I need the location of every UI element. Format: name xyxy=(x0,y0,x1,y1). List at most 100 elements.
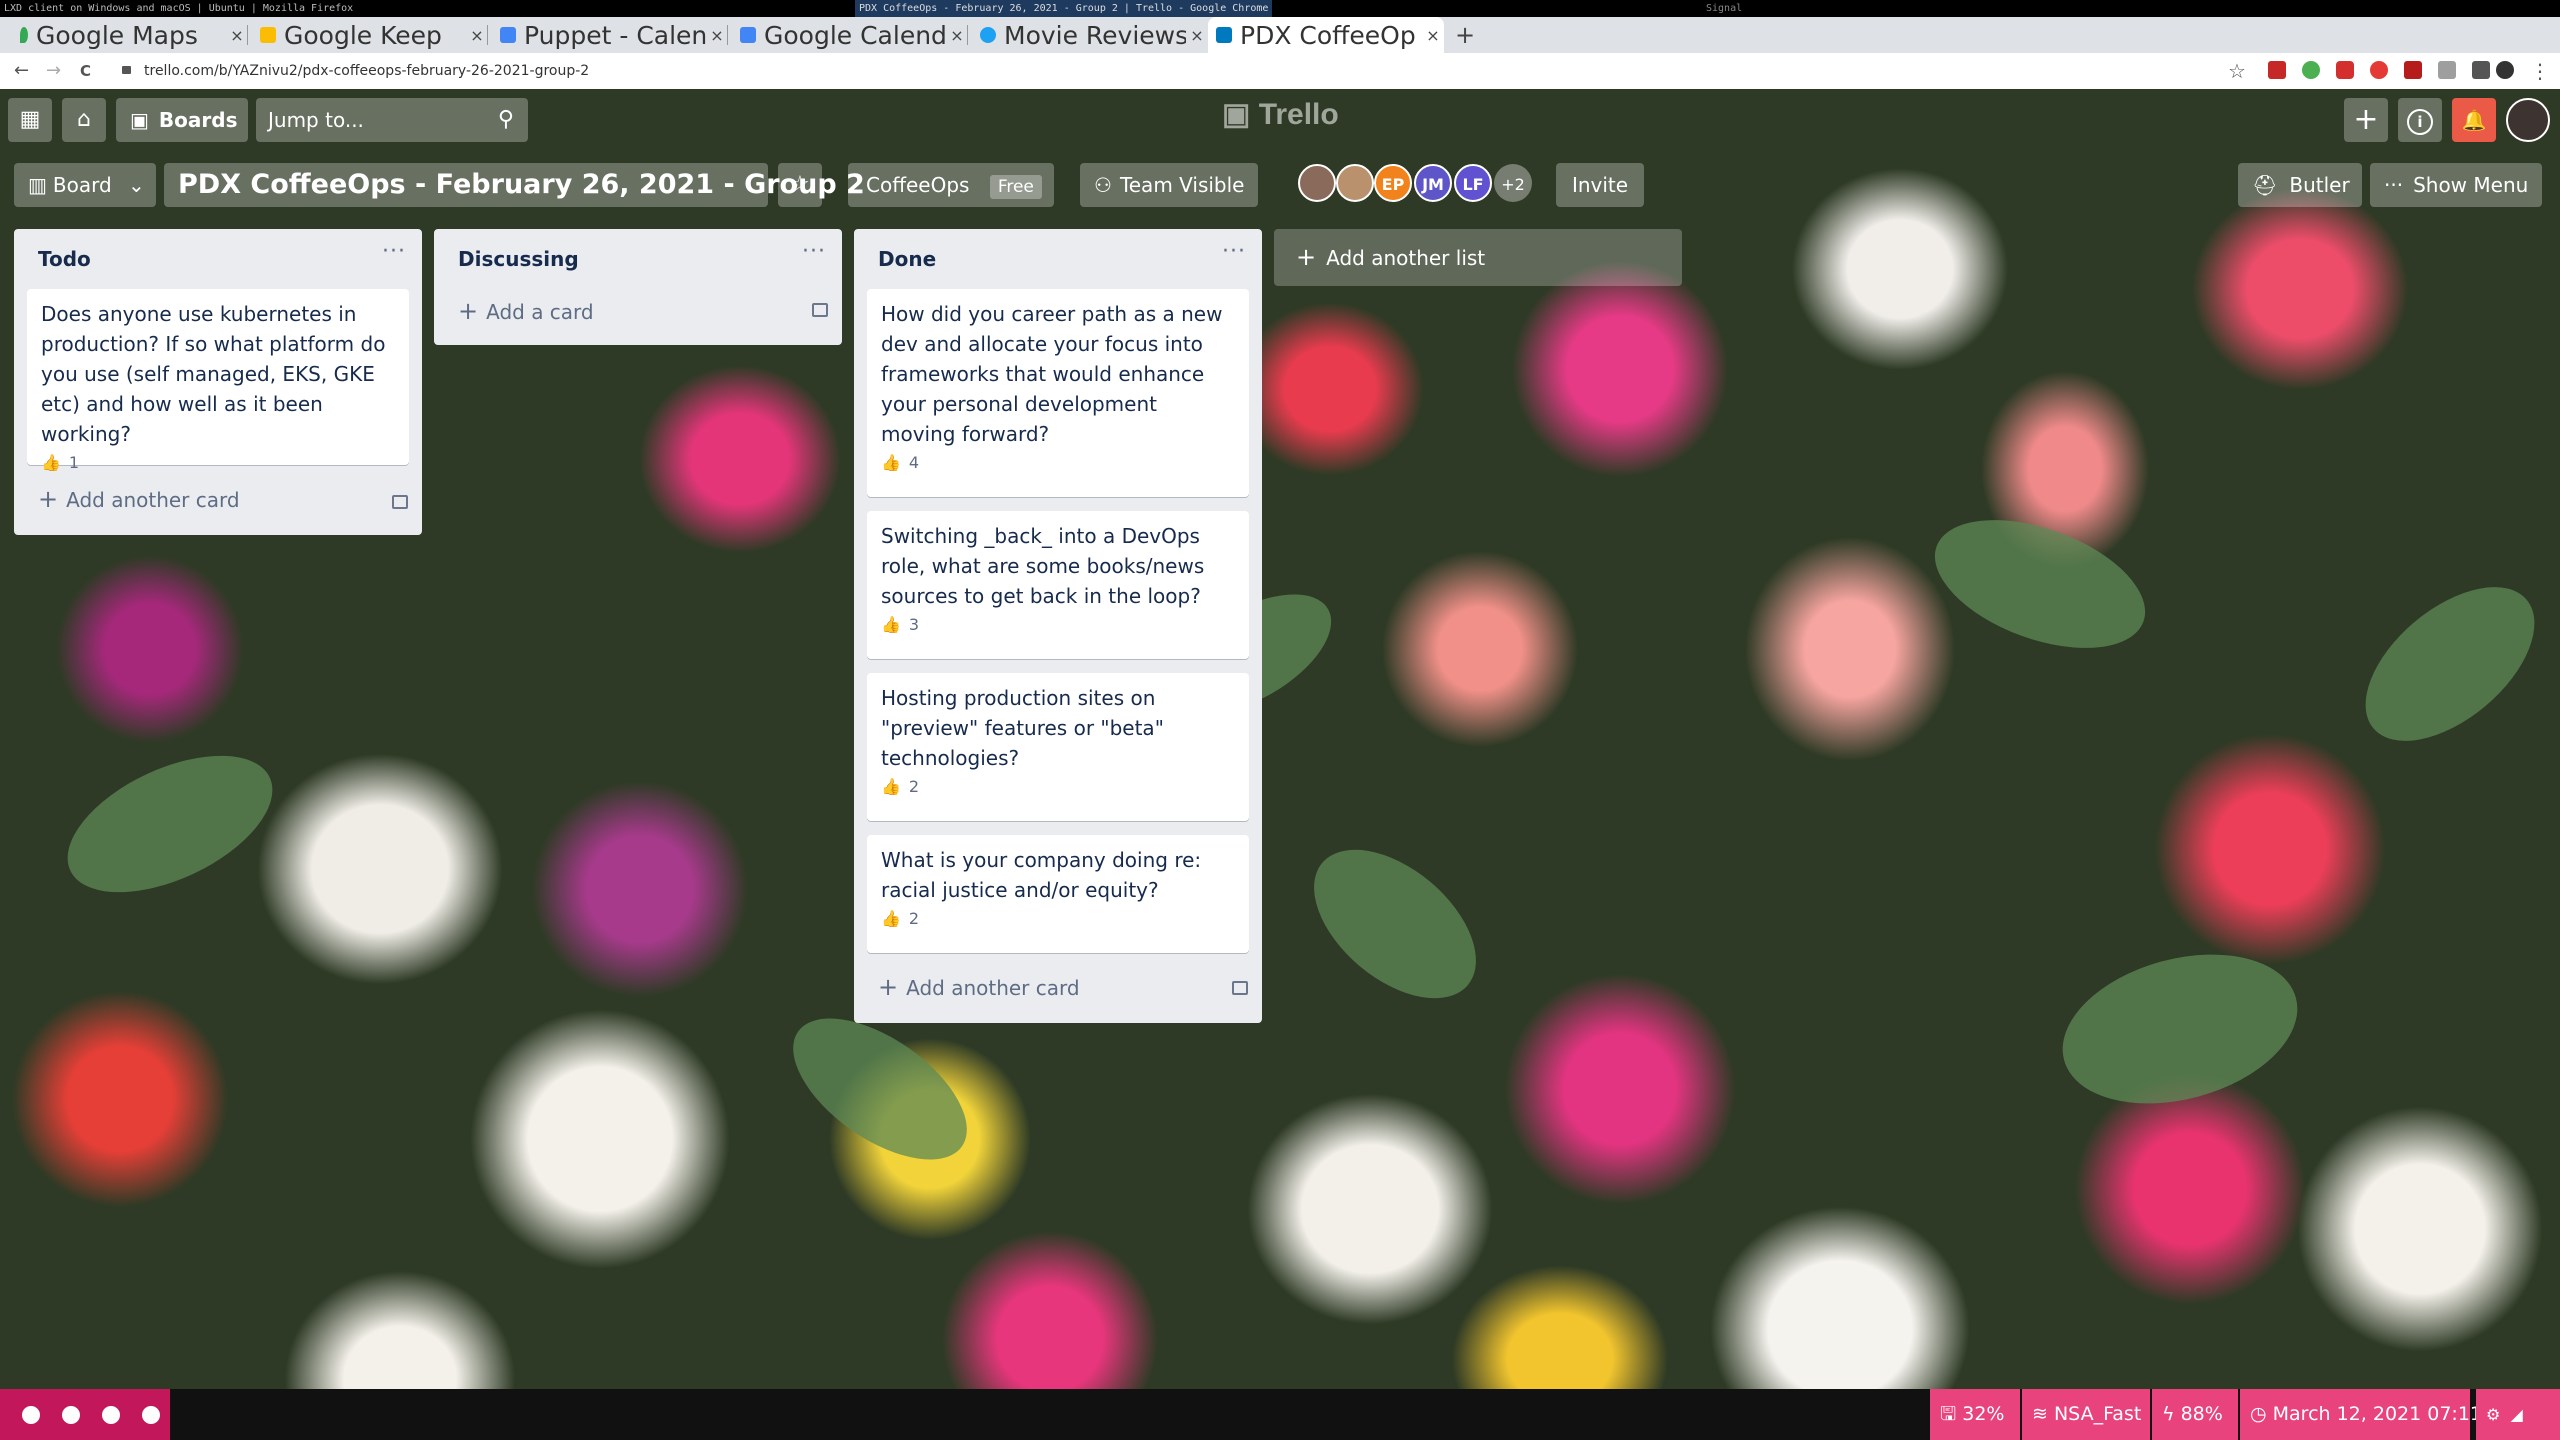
new-tab-button[interactable]: + xyxy=(1455,17,1475,53)
info-button[interactable]: i xyxy=(2398,98,2442,142)
card[interactable]: How did you career path as a new dev and… xyxy=(867,289,1249,497)
os-window-title: PDX CoffeeOps - February 26, 2021 - Grou… xyxy=(855,0,1273,17)
workspace-dot[interactable] xyxy=(102,1406,120,1424)
member-avatar-jm[interactable]: JM xyxy=(1414,164,1452,202)
workspace-dot[interactable] xyxy=(62,1406,80,1424)
card[interactable]: Does anyone use kubernetes in production… xyxy=(27,289,409,472)
plus-icon: + xyxy=(1296,243,1317,271)
tray-icons[interactable]: ⚙ ◢ xyxy=(2476,1389,2560,1440)
forward-icon[interactable]: → xyxy=(46,53,61,89)
plan-badge: Free xyxy=(989,175,1042,199)
list-title[interactable]: Todo xyxy=(38,247,91,271)
tab-google-calendar[interactable]: Google Calend × xyxy=(732,17,968,53)
trello-logo[interactable]: ▣ Trello xyxy=(1222,97,1339,132)
board-view-icon: ▥ xyxy=(28,173,47,197)
member-avatar-ep[interactable]: EP xyxy=(1374,164,1412,202)
clock-icon: ◷ xyxy=(2250,1403,2267,1425)
list-menu-icon[interactable]: ··· xyxy=(1222,239,1246,264)
apps-grid-icon[interactable]: ▦ xyxy=(8,98,52,142)
invite-button[interactable]: Invite xyxy=(1556,163,1644,207)
member-avatar-lf[interactable]: LF xyxy=(1454,164,1492,202)
team-visibility-icon: ⚇ xyxy=(1094,173,1112,197)
more-dots-icon: ··· xyxy=(2384,173,2404,197)
add-list-button[interactable]: + Add another list xyxy=(1274,229,1682,286)
list-menu-icon[interactable]: ··· xyxy=(802,239,826,264)
tab-pdx-coffeeops[interactable]: PDX CoffeeOp × xyxy=(1208,17,1444,53)
visibility-button[interactable]: ⚇ Team Visible xyxy=(1080,163,1258,207)
butler-button[interactable]: ⛑ Butler xyxy=(2238,163,2362,207)
list-discussing: Discussing ··· + Add a card xyxy=(434,229,842,345)
list-done: Done ··· How did you career path as a ne… xyxy=(854,229,1262,1023)
card-text: What is your company doing re: racial ju… xyxy=(881,848,1202,902)
home-button[interactable]: ⌂ xyxy=(62,98,106,142)
member-avatar[interactable] xyxy=(1336,164,1374,202)
card-template-icon[interactable] xyxy=(392,495,408,509)
card-votes: 👍 2 xyxy=(881,777,920,796)
add-card-button[interactable]: + Add another card xyxy=(38,485,240,513)
card-template-icon[interactable] xyxy=(1232,981,1248,995)
board-title[interactable]: PDX CoffeeOps - February 26, 2021 - Grou… xyxy=(164,163,865,207)
bookmark-star-icon[interactable]: ☆ xyxy=(2228,53,2246,89)
tab-google-maps[interactable]: Google Maps × xyxy=(12,17,248,53)
boards-button[interactable]: ▣ Boards xyxy=(116,98,248,142)
os-left-text: LXD client on Windows and macOS | Ubuntu… xyxy=(4,3,354,14)
chevron-down-icon: ⌄ xyxy=(128,173,145,197)
url-field[interactable]: trello.com/b/YAZnivu2/pdx-coffeeops-febr… xyxy=(144,53,589,89)
extension-icon[interactable] xyxy=(2302,61,2320,79)
extension-icon[interactable] xyxy=(2336,61,2354,79)
card-votes: 👍 3 xyxy=(881,615,920,634)
plus-icon: + xyxy=(38,485,59,513)
extension-icon[interactable] xyxy=(2268,61,2286,79)
tab-puppet-calendar[interactable]: Puppet - Calen × xyxy=(492,17,728,53)
list-menu-icon[interactable]: ··· xyxy=(382,239,406,264)
star-board-icon[interactable]: ☆ xyxy=(778,163,822,207)
card[interactable]: Hosting production sites on "preview" fe… xyxy=(867,673,1249,821)
tab-movie-reviews[interactable]: Movie Reviews × xyxy=(972,17,1208,53)
workspace-dot[interactable] xyxy=(22,1406,40,1424)
battery-status: ϟ 88% xyxy=(2152,1389,2238,1440)
extension-icon[interactable] xyxy=(2404,61,2422,79)
list-title[interactable]: Discussing xyxy=(458,247,579,271)
disk-icon: 🖫 xyxy=(1940,1403,1957,1425)
reload-icon[interactable]: C xyxy=(80,53,91,89)
tab-close-icon[interactable]: × xyxy=(1422,26,1444,45)
tab-close-icon[interactable]: × xyxy=(946,26,968,45)
card-text: Hosting production sites on "preview" fe… xyxy=(881,686,1164,770)
thumbs-up-icon: 👍 xyxy=(881,615,901,634)
battery-bolt-icon: ϟ xyxy=(2162,1403,2175,1425)
card-text: Does anyone use kubernetes in production… xyxy=(41,302,386,446)
calendar-favicon-icon xyxy=(500,27,516,43)
show-menu-button[interactable]: ··· Show Menu xyxy=(2370,163,2542,207)
address-bar-row: ← → C trello.com/b/YAZnivu2/pdx-coffeeop… xyxy=(0,53,2560,90)
tab-close-icon[interactable]: × xyxy=(706,26,728,45)
chrome-menu-icon[interactable]: ⋮ xyxy=(2530,53,2550,89)
butler-icon: ⛑ xyxy=(2252,173,2278,197)
notifications-button[interactable]: 🔔 xyxy=(2452,98,2496,142)
extension-icon[interactable] xyxy=(2370,61,2388,79)
board-view-switcher[interactable]: ▥ Board ⌄ xyxy=(14,163,156,207)
team-button[interactable]: CoffeeOps Free xyxy=(848,163,1054,207)
create-button[interactable]: + xyxy=(2344,98,2388,142)
tab-close-icon[interactable]: × xyxy=(1186,26,1208,45)
home-icon: ⌂ xyxy=(77,107,91,132)
jump-to-search[interactable]: Jump to... ⚲ xyxy=(256,98,528,142)
list-title[interactable]: Done xyxy=(878,247,936,271)
more-members-badge[interactable]: +2 xyxy=(1494,164,1532,202)
add-card-button[interactable]: + Add another card xyxy=(878,973,1080,1001)
member-avatar[interactable] xyxy=(2506,98,2550,142)
tab-close-icon[interactable]: × xyxy=(466,26,488,45)
tab-google-keep[interactable]: Google Keep × xyxy=(252,17,488,53)
add-card-button[interactable]: + Add a card xyxy=(458,297,594,325)
extension-icon[interactable] xyxy=(2438,61,2456,79)
tab-close-icon[interactable]: × xyxy=(226,26,248,45)
workspace-dot[interactable] xyxy=(142,1406,160,1424)
back-icon[interactable]: ← xyxy=(14,53,29,89)
tray-app-icon[interactable]: ⚙ xyxy=(2486,1405,2500,1424)
member-avatar[interactable] xyxy=(1298,164,1336,202)
card-template-icon[interactable] xyxy=(812,303,828,317)
volume-icon[interactable]: ◢ xyxy=(2511,1405,2523,1424)
puzzle-extensions-icon[interactable] xyxy=(2472,61,2490,79)
card[interactable]: What is your company doing re: racial ju… xyxy=(867,835,1249,953)
card[interactable]: Switching _back_ into a DevOps role, wha… xyxy=(867,511,1249,659)
profile-avatar[interactable] xyxy=(2496,61,2514,79)
